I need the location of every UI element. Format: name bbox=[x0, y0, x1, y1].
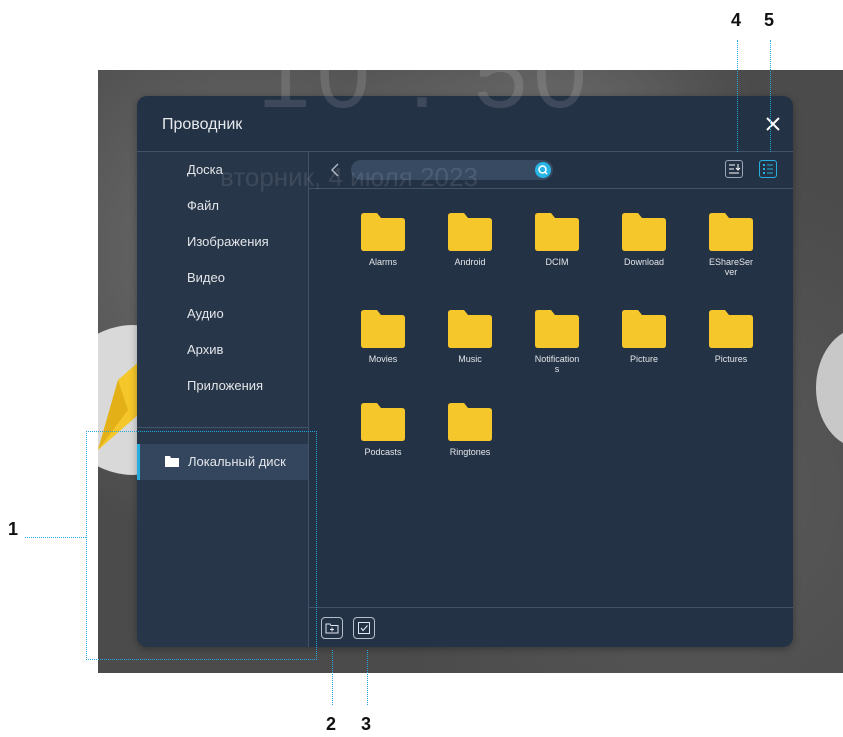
folder-name: Pictures bbox=[714, 354, 748, 364]
callout-1: 1 bbox=[8, 519, 19, 539]
folder-icon bbox=[448, 310, 492, 348]
folder-icon bbox=[709, 213, 753, 251]
folder-icon bbox=[709, 310, 753, 348]
folder-name: DCIM bbox=[545, 257, 569, 267]
callout-line-2 bbox=[332, 650, 333, 705]
folder-item[interactable]: EShareServer bbox=[693, 213, 769, 277]
callout-box-1 bbox=[86, 431, 317, 660]
folder-item[interactable]: Movies bbox=[345, 310, 421, 364]
sidebar-item-board[interactable]: Доска bbox=[187, 162, 223, 177]
toolbar bbox=[309, 152, 793, 188]
sidebar-item-archive[interactable]: Архив bbox=[187, 342, 223, 357]
sidebar-item-audio[interactable]: Аудио bbox=[187, 306, 224, 321]
folder-name: Android bbox=[454, 257, 486, 267]
callout-line-1 bbox=[25, 537, 86, 538]
sort-icon[interactable] bbox=[725, 160, 743, 178]
folder-icon bbox=[361, 213, 405, 251]
folder-icon bbox=[361, 403, 405, 441]
folder-item[interactable]: Android bbox=[432, 213, 508, 267]
folder-item[interactable]: Picture bbox=[606, 310, 682, 364]
folder-name: Movies bbox=[368, 354, 398, 364]
folder-item[interactable]: Notifications bbox=[519, 310, 595, 374]
folder-name: Download bbox=[623, 257, 665, 267]
sidebar-item-file[interactable]: Файл bbox=[187, 198, 219, 213]
new-folder-icon bbox=[325, 623, 339, 634]
folder-name: EShareServer bbox=[708, 257, 754, 277]
callout-4: 4 bbox=[731, 10, 742, 30]
folder-name: Alarms bbox=[368, 257, 397, 267]
folder-item[interactable]: Podcasts bbox=[345, 403, 421, 457]
checkbox-icon bbox=[358, 622, 370, 634]
chevron-left-icon[interactable] bbox=[329, 162, 341, 178]
folder-item[interactable]: Download bbox=[606, 213, 682, 267]
folder-icon bbox=[361, 310, 405, 348]
close-icon[interactable] bbox=[763, 114, 783, 134]
callout-2: 2 bbox=[326, 714, 337, 734]
folder-item[interactable]: Music bbox=[432, 310, 508, 364]
search-input[interactable] bbox=[351, 160, 553, 180]
file-grid: Alarms Android DCIM Download EShareServe… bbox=[309, 189, 793, 609]
callout-5: 5 bbox=[764, 10, 775, 30]
folder-name: Notifications bbox=[534, 354, 580, 374]
folder-name: Picture bbox=[629, 354, 658, 364]
folder-name: Music bbox=[458, 354, 482, 364]
folder-icon bbox=[448, 213, 492, 251]
search-icon[interactable] bbox=[535, 162, 551, 178]
folder-item[interactable]: Pictures bbox=[693, 310, 769, 364]
background-app-icon bbox=[816, 328, 843, 448]
callout-line-3 bbox=[367, 650, 368, 705]
folder-name: Podcasts bbox=[364, 447, 402, 457]
window-title: Проводник bbox=[162, 116, 243, 133]
callout-3: 3 bbox=[361, 714, 372, 734]
folder-item[interactable]: Alarms bbox=[345, 213, 421, 267]
folder-name: Ringtones bbox=[449, 447, 491, 457]
select-button[interactable] bbox=[353, 617, 375, 639]
bottom-divider bbox=[309, 607, 793, 608]
sidebar-item-images[interactable]: Изображения bbox=[187, 234, 269, 249]
folder-icon bbox=[622, 310, 666, 348]
sidebar-item-video[interactable]: Видео bbox=[187, 270, 225, 285]
folder-icon bbox=[535, 310, 579, 348]
folder-item[interactable]: Ringtones bbox=[432, 403, 508, 457]
folder-icon bbox=[622, 213, 666, 251]
sidebar-item-apps[interactable]: Приложения bbox=[187, 378, 263, 393]
callout-line-4 bbox=[737, 40, 738, 152]
list-view-icon[interactable] bbox=[759, 160, 777, 178]
folder-item[interactable]: DCIM bbox=[519, 213, 595, 267]
folder-icon bbox=[448, 403, 492, 441]
folder-icon bbox=[535, 213, 579, 251]
sidebar-divider bbox=[137, 427, 308, 428]
callout-line-5 bbox=[770, 40, 771, 152]
new-folder-button[interactable] bbox=[321, 617, 343, 639]
